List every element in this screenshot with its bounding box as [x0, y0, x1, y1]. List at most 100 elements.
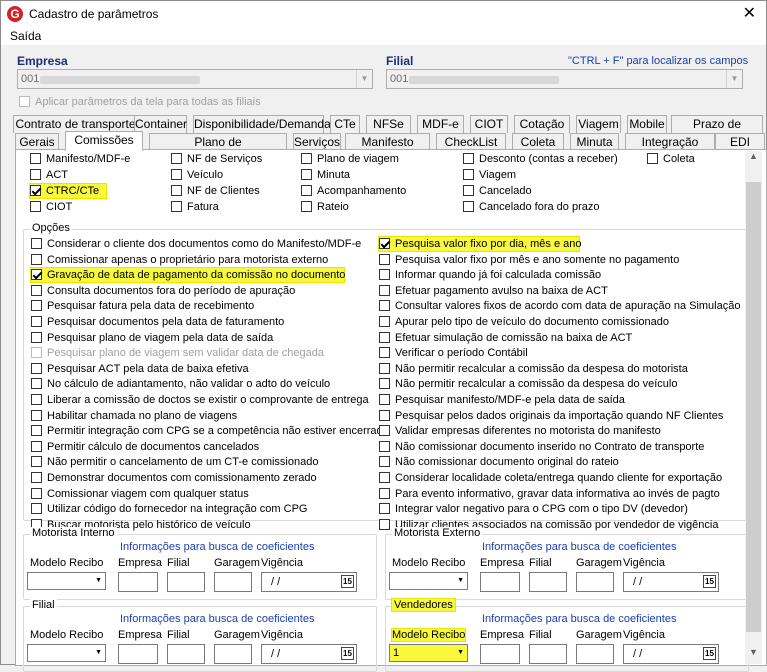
vigencia-label: Vigência — [261, 557, 303, 569]
tab-ciot[interactable]: CIOT — [470, 115, 508, 133]
modelo-recibo-select[interactable]: ▼ — [27, 572, 106, 590]
group-title: Filial — [30, 599, 57, 611]
checkbox-box — [30, 201, 41, 212]
checkbox-label: Não permitir o cancelamento de um CT-e c… — [47, 456, 319, 469]
tab-mobile[interactable]: Mobile — [627, 115, 667, 133]
close-icon[interactable]: ✕ — [743, 3, 756, 23]
checkbox-box — [19, 96, 30, 107]
vigencia-date-field[interactable]: / / 15 — [261, 644, 357, 664]
date-placeholder: / / — [271, 648, 281, 660]
menu-exit[interactable]: Saída — [10, 29, 41, 43]
empresa-label: Empresa — [480, 557, 525, 569]
checkbox-box — [301, 201, 312, 212]
checkbox-label: Acompanhamento — [317, 185, 407, 197]
checkbox-box — [463, 169, 474, 180]
checkbox-label: Coleta — [663, 153, 695, 165]
scroll-down-icon[interactable]: ▼ — [745, 647, 762, 664]
tab-panel-comissoes: Manifesto/MDF-e ACT CTRC/CTe CIOT NF de Serv… — [15, 149, 767, 672]
checkbox-label: Não permitir recalcular a comissão da de… — [395, 362, 688, 375]
checkbox-label: Pesquisar fatura pela data de recebiment… — [47, 300, 255, 313]
window-title: Cadastro de parâmetros — [29, 7, 159, 21]
empresa-field[interactable] — [118, 572, 158, 592]
empresa-field[interactable] — [480, 572, 520, 592]
garagem-label: Garagem — [214, 629, 260, 641]
checkbox-box — [31, 284, 42, 296]
garagem-field[interactable] — [576, 644, 614, 664]
vertical-scrollbar[interactable]: ▲ ▼ — [745, 151, 762, 664]
checkbox-label: Rateio — [317, 201, 349, 213]
vigencia-date-field[interactable]: / / 15 — [261, 572, 357, 592]
tab-nfse[interactable]: NFSe — [366, 115, 411, 133]
chevron-down-icon: ▼ — [726, 70, 742, 88]
checkbox-box — [379, 409, 390, 421]
checkbox-ctrc-cte[interactable]: CTRC/CTe — [30, 184, 106, 198]
garagem-field[interactable] — [214, 644, 252, 664]
filial-field[interactable] — [167, 644, 205, 664]
filial-field[interactable] — [529, 644, 567, 664]
modelo-recibo-select[interactable]: ▼ — [389, 572, 468, 590]
checkbox-label: Pesquisa valor fixo por mês e ano soment… — [395, 253, 680, 266]
checkbox-box — [31, 362, 42, 374]
calendar-icon[interactable]: 15 — [341, 647, 354, 660]
checkbox-label: Pesquisar ACT pela data de baixa efetiva — [47, 362, 249, 375]
date-placeholder: / / — [633, 576, 643, 588]
checkbox-label: Habilitar chamada no plano de viagens — [47, 409, 238, 422]
empresa-redacted — [40, 76, 200, 84]
tab-mdf-e[interactable]: MDF-e — [417, 115, 464, 133]
tab-prazo-de-entrega[interactable]: Prazo de entrega — [671, 115, 763, 148]
title-bar: G Cadastro de parâmetros ✕ — [1, 1, 766, 27]
filial-select[interactable]: 001 ▼ — [386, 69, 743, 89]
checkbox-box — [31, 378, 42, 390]
checkbox-gravacao-de-data-de-pagamento-da-comissao-no-documento[interactable]: Gravação de data de pagamento da comissã… — [31, 268, 345, 283]
checkbox-box — [30, 153, 41, 164]
checkbox-box — [379, 394, 390, 405]
checkbox-box — [379, 487, 390, 499]
tab-disponibilidade-demanda[interactable]: Disponibilidade/Demanda — [193, 115, 331, 133]
scroll-thumb[interactable] — [746, 182, 761, 632]
checkbox-box — [379, 316, 390, 327]
checkbox-box — [30, 169, 41, 180]
filial-field[interactable] — [529, 572, 567, 592]
empresa-label: Empresa — [480, 629, 525, 641]
tab-viagem[interactable]: Viagem — [576, 115, 621, 133]
modelo-recibo-select[interactable]: ▼ — [27, 644, 106, 662]
vigencia-date-field[interactable]: / / 15 — [623, 572, 719, 592]
checkbox-label: Pesquisa valor fixo por dia, mês e ano — [395, 238, 582, 250]
checkbox-box — [31, 269, 42, 281]
checkbox-box — [463, 153, 474, 164]
checkbox-box — [379, 238, 390, 249]
garagem-field[interactable] — [576, 572, 614, 592]
checkbox-label: Desconto (contas a receber) — [479, 153, 618, 165]
checkbox-pesquisa-valor-fixo-por-dia-mes-e-ano[interactable]: Pesquisa valor fixo por dia, mês e ano — [379, 237, 582, 251]
checkbox-box — [31, 253, 42, 265]
checkbox-label: Integrar valor negativo para o CPG com o… — [395, 503, 688, 516]
checkbox-label: Considerar o cliente dos documentos como… — [47, 238, 362, 250]
filial-label: Filial — [529, 629, 552, 641]
empresa-field[interactable] — [480, 644, 520, 664]
checkbox-label: No cálculo de adiantamento, não validar … — [47, 378, 331, 391]
calendar-icon[interactable]: 15 — [341, 575, 354, 588]
scroll-up-icon[interactable]: ▲ — [745, 151, 762, 168]
calendar-icon[interactable]: 15 — [703, 575, 716, 588]
tab-cte[interactable]: CTe — [330, 115, 360, 133]
checkbox-box — [31, 425, 42, 437]
checkbox-label: Pesquisar plano de viagem pela data de s… — [47, 331, 274, 344]
filial-field[interactable] — [167, 572, 205, 592]
empresa-field[interactable] — [118, 644, 158, 664]
checkbox-box — [31, 331, 42, 343]
options-title: Opções — [30, 222, 72, 234]
tab-comissoes[interactable]: Comissões — [65, 131, 143, 151]
checkbox-box — [301, 169, 312, 180]
checkbox-label: Efetuar simulação de comissão na baixa d… — [395, 331, 633, 344]
vigencia-date-field[interactable]: / / 15 — [623, 644, 719, 664]
empresa-select[interactable]: 001 ▼ — [17, 69, 373, 89]
empresa-value: 001 — [21, 73, 40, 85]
checkbox-box — [171, 185, 182, 196]
calendar-icon[interactable]: 15 — [703, 647, 716, 660]
garagem-field[interactable] — [214, 572, 252, 592]
group-title: Vendedores — [392, 599, 455, 611]
checkbox-box — [379, 269, 390, 281]
tab-cotacao[interactable]: Cotação — [514, 115, 570, 133]
modelo-recibo-select[interactable]: 1 ▼ — [389, 644, 468, 662]
search-hint: "CTRL + F" para localizar os campos — [568, 55, 749, 67]
